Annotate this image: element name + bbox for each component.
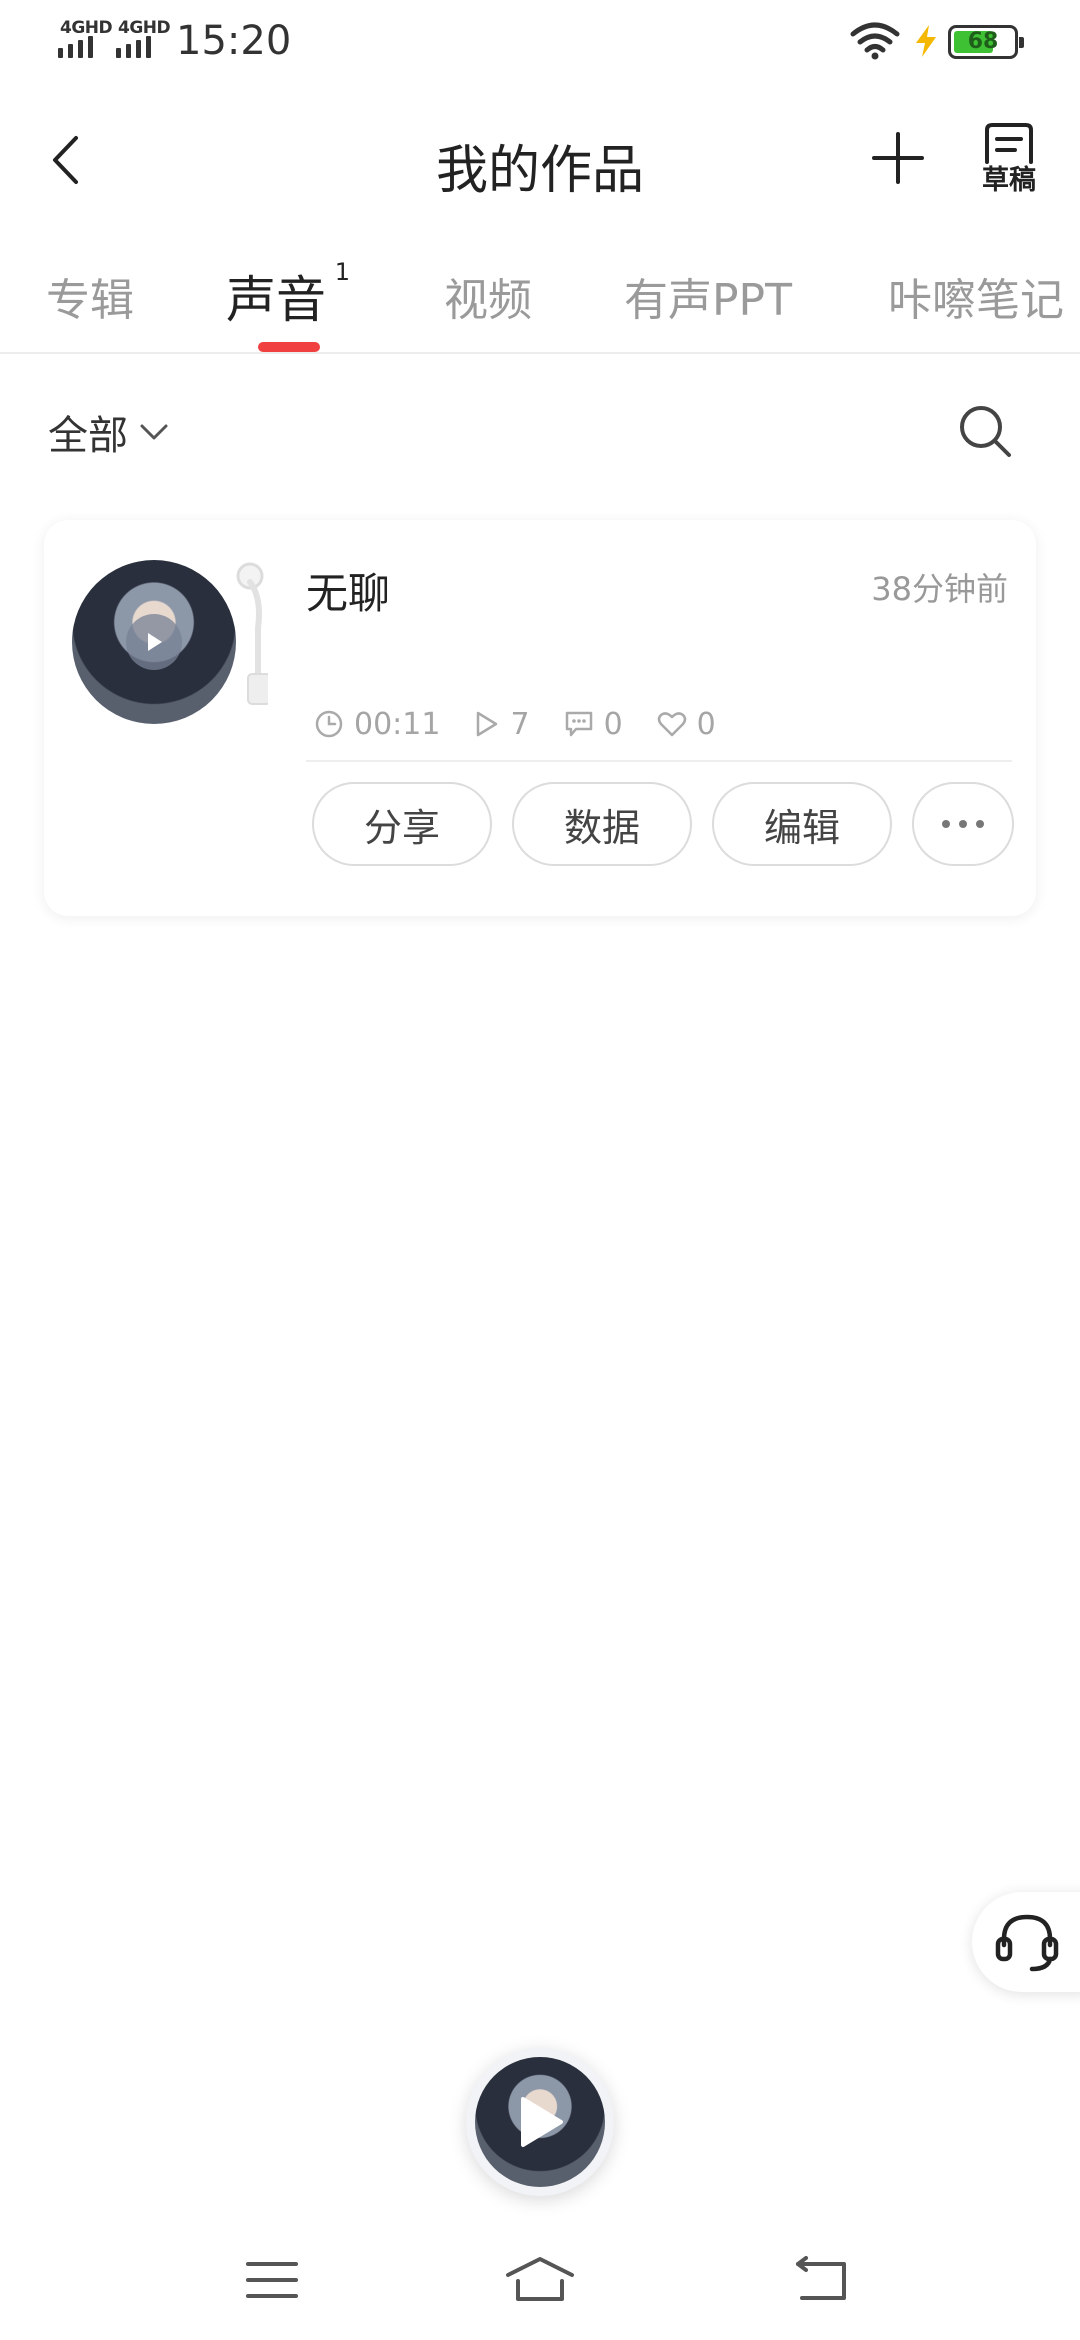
comment-icon bbox=[565, 711, 592, 737]
drafts-label: 草稿 bbox=[982, 165, 1036, 196]
search-button[interactable] bbox=[954, 400, 1016, 462]
more-button[interactable] bbox=[912, 782, 1014, 866]
menu-icon bbox=[246, 2262, 298, 2298]
signal-icon: 4GHD bbox=[116, 18, 171, 58]
clock: 15:20 bbox=[176, 18, 292, 64]
track-stats: 00:11 7 0 0 bbox=[314, 704, 750, 744]
share-button[interactable]: 分享 bbox=[312, 782, 492, 866]
play-icon bbox=[521, 2097, 563, 2147]
battery-percent: 68 bbox=[967, 29, 999, 54]
track-time-ago: 38分钟前 bbox=[871, 570, 1008, 608]
track-title: 无聊 bbox=[306, 569, 391, 618]
mini-player-cover bbox=[475, 2057, 605, 2187]
home-button[interactable] bbox=[504, 2248, 576, 2312]
duration-stat: 00:11 bbox=[314, 707, 440, 742]
tab-sounds-label: 声音 bbox=[226, 271, 326, 329]
wifi-icon bbox=[850, 22, 900, 60]
signal-icon: 4GHD bbox=[58, 18, 113, 58]
clock-icon bbox=[315, 710, 343, 738]
comments-value: 0 bbox=[603, 706, 623, 742]
chevron-left-icon bbox=[53, 136, 78, 184]
heart-icon bbox=[657, 712, 686, 737]
card-divider bbox=[306, 760, 1012, 762]
return-icon bbox=[796, 2256, 846, 2300]
track-actions: 分享 数据 编辑 bbox=[312, 782, 1014, 866]
search-icon bbox=[960, 406, 1011, 457]
draft-box-icon bbox=[985, 123, 1033, 164]
battery-icon: 68 bbox=[948, 25, 1024, 59]
header: 我的作品 草稿 bbox=[0, 100, 1080, 220]
track-cover[interactable] bbox=[72, 560, 236, 724]
headset-icon bbox=[995, 1914, 1059, 1972]
play-icon bbox=[148, 633, 162, 651]
more-dots-icon bbox=[942, 820, 984, 828]
home-icon bbox=[506, 2257, 574, 2301]
likes-stat: 0 bbox=[657, 707, 716, 742]
tab-snap-notes[interactable]: 咔嚓笔记 bbox=[888, 264, 1064, 328]
customer-service-button[interactable] bbox=[972, 1892, 1080, 1992]
add-button[interactable] bbox=[866, 126, 930, 190]
back-button[interactable] bbox=[38, 126, 92, 194]
tonearm-icon bbox=[236, 562, 268, 705]
tab-albums[interactable]: 专辑 bbox=[46, 264, 134, 328]
play-button[interactable] bbox=[126, 614, 182, 670]
system-nav-bar bbox=[0, 2230, 1080, 2330]
edit-button[interactable]: 编辑 bbox=[712, 782, 892, 866]
drafts-button[interactable]: 草稿 bbox=[976, 122, 1042, 202]
data-button[interactable]: 数据 bbox=[512, 782, 692, 866]
menu-button[interactable] bbox=[236, 2248, 308, 2312]
comments-stat: 0 bbox=[564, 707, 623, 742]
duration-value: 00:11 bbox=[354, 706, 441, 742]
filter-dropdown[interactable]: 全部 bbox=[48, 402, 168, 462]
tab-sounds[interactable]: 声音 1 bbox=[226, 258, 350, 332]
plays-stat: 7 bbox=[474, 706, 530, 742]
mini-player[interactable] bbox=[466, 2048, 614, 2196]
tab-count-badge: 1 bbox=[334, 258, 350, 286]
plus-icon bbox=[872, 132, 924, 184]
charging-icon bbox=[916, 25, 936, 57]
network-type-label: 4GHD bbox=[118, 18, 171, 38]
tab-audio-ppt[interactable]: 有声PPT bbox=[624, 264, 792, 328]
filter-label: 全部 bbox=[48, 413, 128, 459]
category-tabs: 专辑 声音 1 视频 有声PPT 咔嚓笔记 bbox=[0, 250, 1080, 354]
tab-videos[interactable]: 视频 bbox=[444, 264, 532, 328]
plays-value: 7 bbox=[510, 706, 530, 742]
back-nav-button[interactable] bbox=[786, 2248, 858, 2312]
likes-value: 0 bbox=[696, 706, 716, 742]
network-type-label: 4GHD bbox=[60, 18, 113, 38]
active-tab-indicator bbox=[258, 342, 320, 352]
play-count-icon bbox=[477, 711, 498, 737]
status-bar: 4GHD 4GHD 15:20 68 bbox=[0, 0, 1080, 84]
track-card[interactable]: 无聊 38分钟前 00:11 7 0 0 分享 数据 编辑 bbox=[44, 520, 1036, 916]
chevron-down-icon bbox=[140, 424, 168, 440]
